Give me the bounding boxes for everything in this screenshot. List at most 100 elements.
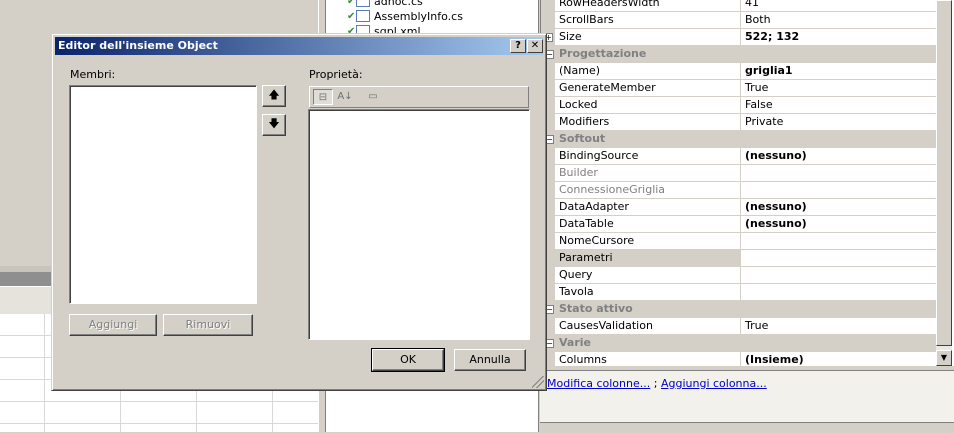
ok-button[interactable]: OK <box>371 348 445 372</box>
properties-toolbar: ⊟ A↓ ▭ <box>309 86 529 108</box>
property-row[interactable]: DataAdapter (nessuno) <box>541 199 937 216</box>
property-name: GenerateMember <box>555 80 741 96</box>
property-name: BindingSource <box>555 148 741 164</box>
property-row[interactable]: (Name) griglia1 <box>541 63 937 80</box>
property-value[interactable]: (nessuno) <box>741 216 937 232</box>
categorized-icon[interactable]: ⊟ <box>313 89 333 105</box>
property-row[interactable]: RowHeadersWidth 41 <box>541 0 937 12</box>
arrow-up-icon: 🡅 <box>268 88 280 101</box>
cs-file-icon <box>356 10 370 22</box>
property-row[interactable]: ConnessioneGriglia <box>541 182 937 199</box>
property-value[interactable]: True <box>741 80 937 96</box>
category-label: Progettazione <box>559 47 647 60</box>
properties-commands: Modifica colonne... ; Aggiungi colonna..… <box>540 370 954 423</box>
property-row[interactable]: Tavola <box>541 284 937 301</box>
checked-in-icon: ✔ <box>347 11 356 22</box>
edit-columns-link[interactable]: Modifica colonne... <box>547 377 650 390</box>
property-name: (Name) <box>555 63 741 79</box>
solution-item[interactable]: ✔ AssemblyInfo.cs <box>347 9 463 25</box>
property-name: DataTable <box>555 216 741 232</box>
properties-scrollbar-thumb[interactable] <box>936 0 952 346</box>
property-value[interactable]: (Insieme) <box>741 352 937 368</box>
property-value[interactable]: Both <box>741 12 937 28</box>
property-row[interactable]: DataTable (nessuno) <box>541 216 937 233</box>
members-listbox[interactable] <box>69 85 257 304</box>
property-row[interactable]: Locked False <box>541 97 937 114</box>
property-value[interactable] <box>741 267 937 283</box>
collection-editor-dialog: Editor dell'insieme Object ? ✕ Membri: 🡅… <box>51 33 547 391</box>
property-name: NomeCursore <box>555 233 741 249</box>
property-row[interactable]: Query <box>541 267 937 284</box>
property-value[interactable]: True <box>741 318 937 334</box>
property-value[interactable] <box>741 182 937 198</box>
arrow-down-icon: 🡇 <box>268 117 280 130</box>
category-label: Stato attivo <box>559 302 633 315</box>
property-value[interactable]: Private <box>741 114 937 130</box>
move-down-button[interactable]: 🡇 <box>262 114 286 136</box>
property-name: Builder <box>555 165 741 181</box>
property-value[interactable]: False <box>741 97 937 113</box>
property-name: Parametri <box>555 250 741 266</box>
property-row[interactable]: Parametri <box>541 250 937 267</box>
property-category[interactable]: − Varie <box>541 335 937 352</box>
help-button[interactable]: ? <box>510 39 526 53</box>
property-value[interactable]: 522; 132 <box>741 29 937 45</box>
properties-grid: RowHeadersWidth 41 ScrollBars Both + Size 522;… <box>540 0 954 369</box>
property-value[interactable] <box>741 233 937 249</box>
property-pages-icon[interactable]: ▭ <box>363 89 383 105</box>
category-label: Softout <box>559 132 606 145</box>
property-value[interactable] <box>741 250 937 266</box>
property-name: Query <box>555 267 741 283</box>
properties-label: Proprietà: <box>309 68 363 81</box>
property-row[interactable]: ScrollBars Both <box>541 12 937 29</box>
property-name: RowHeadersWidth <box>555 0 741 11</box>
row-gutter <box>541 12 555 28</box>
property-row[interactable]: GenerateMember True <box>541 80 937 97</box>
properties-description-pane <box>540 422 954 433</box>
property-value[interactable]: griglia1 <box>741 63 937 79</box>
solution-item-label: adhoc.cs <box>374 0 423 8</box>
property-value[interactable]: 41 <box>741 0 937 11</box>
property-row[interactable]: + Size 522; 132 <box>541 29 937 46</box>
property-name: Tavola <box>555 284 741 300</box>
row-gutter <box>541 0 555 11</box>
property-name: ConnessioneGriglia <box>555 182 741 198</box>
property-category[interactable]: − Progettazione <box>541 46 937 63</box>
move-up-button[interactable]: 🡅 <box>262 85 286 107</box>
cs-file-icon <box>356 0 370 7</box>
category-label: Varie <box>559 336 591 349</box>
property-row[interactable]: CausesValidation True <box>541 318 937 335</box>
properties-panel[interactable] <box>308 109 530 340</box>
close-button[interactable]: ✕ <box>527 39 543 53</box>
property-row[interactable]: BindingSource (nessuno) <box>541 148 937 165</box>
remove-button[interactable]: Rimuovi <box>163 314 253 336</box>
property-category[interactable]: − Softout <box>541 131 937 148</box>
property-value[interactable] <box>741 284 937 300</box>
dialog-title: Editor dell'insieme Object <box>58 39 218 52</box>
property-name: Columns <box>555 352 741 368</box>
property-name: Modifiers <box>555 114 741 130</box>
command-separator: ; <box>653 377 658 390</box>
members-label: Membri: <box>70 68 116 81</box>
property-row[interactable]: Columns (Insieme) <box>541 352 937 369</box>
property-value[interactable] <box>741 165 937 181</box>
solution-item-label: AssemblyInfo.cs <box>374 10 463 23</box>
property-category[interactable]: − Stato attivo <box>541 301 937 318</box>
property-value[interactable]: (nessuno) <box>741 148 937 164</box>
dialog-titlebar[interactable]: Editor dell'insieme Object ? ✕ <box>55 37 543 55</box>
add-button[interactable]: Aggiungi <box>69 314 157 336</box>
property-value[interactable]: (nessuno) <box>741 199 937 215</box>
alphabetical-sort-icon[interactable]: A↓ <box>335 89 355 105</box>
property-name: CausesValidation <box>555 318 741 334</box>
property-row[interactable]: Modifiers Private <box>541 114 937 131</box>
resize-grip-icon[interactable] <box>532 376 544 388</box>
property-name: Locked <box>555 97 741 113</box>
property-name: Size <box>555 29 741 45</box>
add-column-link[interactable]: Aggiungi colonna... <box>661 377 767 390</box>
scroll-down-button[interactable]: ▼ <box>936 350 952 366</box>
cancel-button[interactable]: Annulla <box>454 349 526 371</box>
property-name: DataAdapter <box>555 199 741 215</box>
property-row[interactable]: NomeCursore <box>541 233 937 250</box>
property-name: ScrollBars <box>555 12 741 28</box>
property-row[interactable]: Builder <box>541 165 937 182</box>
